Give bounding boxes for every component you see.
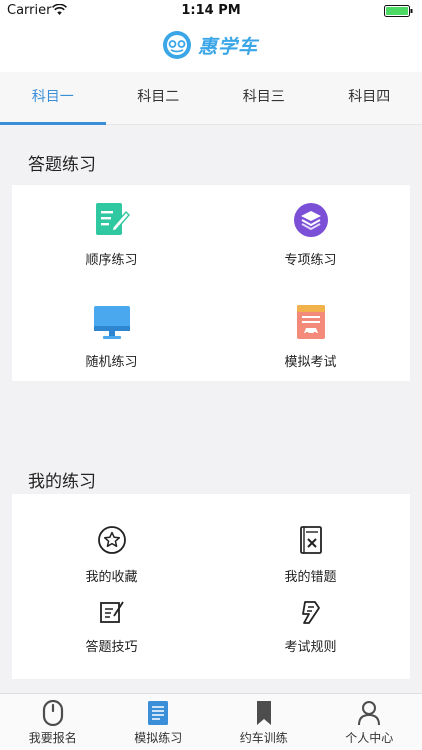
favorites-button[interactable]: 我的收藏 — [12, 524, 211, 585]
mock-exam-button[interactable]: 模拟考试 — [211, 303, 410, 370]
logo-text: 惠学车 — [198, 35, 259, 58]
tab-subject-1[interactable]: 科目一 — [0, 72, 106, 125]
mock-exam-label: 模拟考试 — [284, 355, 337, 370]
topic-practice-label: 专项练习 — [284, 253, 337, 268]
monitor-icon — [93, 306, 130, 339]
battery-icon — [384, 5, 413, 17]
tab-subject-3[interactable]: 科目三 — [211, 72, 317, 124]
my-practice-section-title: 我的练习 — [28, 472, 96, 492]
tab-bar-practice[interactable]: 模拟练习 — [106, 694, 212, 750]
practice-section-title: 答题练习 — [28, 155, 96, 175]
tab-bar-profile[interactable]: 个人中心 — [317, 694, 422, 750]
status-time: 1:14 PM — [181, 3, 241, 18]
sequential-practice-button[interactable]: 顺序练习 — [12, 201, 211, 268]
favorites-label: 我的收藏 — [85, 570, 138, 585]
star-icon — [97, 526, 126, 554]
tab-subject-4[interactable]: 科目四 — [317, 72, 422, 124]
practice-card: 顺序练习 专项练习 随机练习 模拟考试 — [12, 185, 410, 381]
wrong-question-icon — [299, 526, 322, 554]
my-practice-card: 我的收藏 我的错题 答题技巧 考试规则 — [12, 494, 410, 679]
logo-icon — [163, 31, 191, 59]
exam-paper-icon — [296, 305, 325, 339]
app-screen: Carrier 1:14 PM 惠学车 科目一 科目二 科目三 科目四 答题练习… — [0, 0, 422, 750]
app-logo: 惠学车 — [162, 29, 258, 61]
answer-tips-button[interactable]: 答题技巧 — [12, 598, 211, 655]
person-icon — [358, 701, 381, 726]
tab-bar-profile-label: 个人中心 — [345, 731, 394, 745]
random-practice-label: 随机练习 — [85, 355, 138, 370]
tab-bar-register[interactable]: 我要报名 — [0, 694, 106, 750]
app-header: 惠学车 — [0, 22, 422, 72]
topic-practice-button[interactable]: 专项练习 — [211, 201, 410, 268]
subject-tabs: 科目一 科目二 科目三 科目四 — [0, 72, 422, 125]
exam-rules-label: 考试规则 — [284, 640, 337, 655]
tab-bar-booking-label: 约车训练 — [239, 731, 288, 745]
wrong-questions-button[interactable]: 我的错题 — [211, 524, 410, 585]
tips-icon — [99, 601, 124, 623]
rules-icon — [301, 601, 320, 624]
wrong-questions-label: 我的错题 — [284, 570, 337, 585]
random-practice-button[interactable]: 随机练习 — [12, 303, 211, 370]
document-icon — [148, 701, 169, 725]
layers-icon — [293, 203, 328, 237]
edit-document-icon — [95, 203, 130, 235]
sequential-practice-label: 顺序练习 — [85, 253, 138, 268]
tab-subject-2[interactable]: 科目二 — [106, 72, 212, 124]
tab-bar-register-label: 我要报名 — [28, 731, 77, 745]
bookmark-icon — [256, 701, 271, 725]
exam-rules-button[interactable]: 考试规则 — [211, 598, 410, 655]
tab-bar-practice-label: 模拟练习 — [134, 731, 183, 745]
status-bar: Carrier 1:14 PM — [0, 0, 422, 22]
bottom-tab-bar: 我要报名 模拟练习 约车训练 个人中心 — [0, 693, 422, 750]
tab-bar-booking[interactable]: 约车训练 — [211, 694, 317, 750]
answer-tips-label: 答题技巧 — [85, 640, 138, 655]
mouse-icon — [42, 700, 63, 726]
